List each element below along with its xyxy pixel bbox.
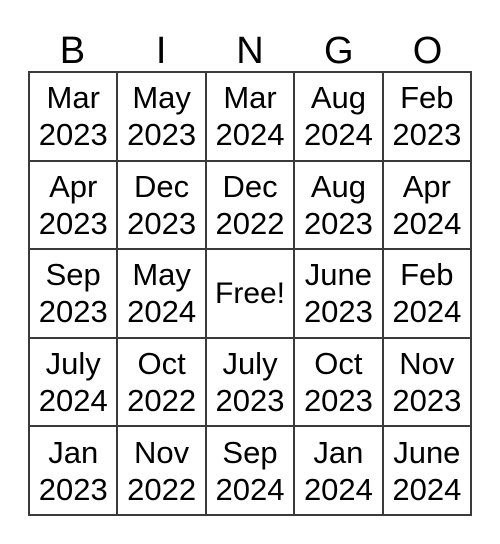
bingo-cell[interactable]: Sep 2023: [30, 250, 119, 339]
bingo-cell[interactable]: Oct 2022: [118, 338, 207, 428]
bingo-cell-month: Aug: [310, 168, 366, 204]
bingo-cell[interactable]: July 2023: [206, 338, 296, 428]
bingo-cell[interactable]: Nov 2023: [383, 338, 473, 428]
bingo-cell-year: 2022: [127, 471, 197, 507]
bingo-row: July 2024 Oct 2022 July 2023 Oct 2023 No…: [30, 338, 473, 428]
bingo-cell-month: Jan: [48, 434, 99, 470]
bingo-cell[interactable]: Dec 2022: [206, 161, 296, 251]
bingo-cell-month: Oct: [314, 346, 363, 382]
bingo-cell[interactable]: May 2024: [118, 250, 207, 339]
bingo-cell[interactable]: June 2023: [295, 250, 384, 339]
bingo-cell-year: 2023: [392, 117, 462, 153]
bingo-cell-month: Apr: [402, 168, 451, 204]
bingo-cell-month: Sep: [222, 434, 278, 470]
bingo-cell-year: 2024: [392, 471, 462, 507]
bingo-cell-year: 2023: [38, 471, 108, 507]
bingo-cell-year: 2024: [303, 117, 373, 153]
bingo-cell-month: Aug: [310, 80, 366, 116]
bingo-cell[interactable]: Aug 2024: [295, 73, 384, 162]
bingo-cell-month: Feb: [400, 257, 454, 293]
bingo-cell-month: Dec: [134, 168, 190, 204]
bingo-cell-month: July: [45, 346, 101, 382]
bingo-card: B I N G O Mar 2023 May 2023 Mar 2024 Aug…: [28, 20, 473, 516]
bingo-row: Sep 2023 May 2024 Free! June 2023 Feb 20…: [30, 250, 473, 339]
bingo-cell[interactable]: May 2023: [118, 73, 207, 162]
bingo-cell[interactable]: Feb 2024: [383, 250, 473, 339]
bingo-header-letter-o: O: [412, 30, 443, 72]
bingo-cell-year: 2023: [38, 117, 108, 153]
bingo-cell-year: 2024: [127, 294, 197, 330]
bingo-cell-year: 2024: [38, 383, 108, 419]
bingo-cell-year: 2022: [215, 205, 285, 241]
bingo-cell[interactable]: Jan 2023: [30, 427, 119, 516]
bingo-cell-month: Apr: [49, 168, 98, 204]
bingo-cell[interactable]: Apr 2023: [30, 161, 119, 251]
bingo-cell-month: Oct: [137, 346, 186, 382]
bingo-header-letter-g: G: [324, 30, 354, 72]
bingo-row: Mar 2023 May 2023 Mar 2024 Aug 2024 Feb …: [30, 73, 473, 162]
bingo-cell[interactable]: July 2024: [30, 338, 119, 428]
bingo-cell-year: 2024: [392, 294, 462, 330]
bingo-cell-month: Feb: [400, 80, 454, 116]
bingo-cell[interactable]: Apr 2024: [383, 161, 473, 251]
bingo-cell-year: 2024: [215, 471, 285, 507]
bingo-cell[interactable]: Feb 2023: [383, 73, 473, 162]
bingo-cell-free-label: Free!: [215, 276, 286, 310]
bingo-cell[interactable]: Dec 2023: [118, 161, 207, 251]
bingo-cell-month: July: [222, 346, 278, 382]
bingo-cell-year: 2023: [303, 383, 373, 419]
bingo-cell[interactable]: Nov 2022: [118, 427, 207, 516]
bingo-cell-month: Jan: [313, 434, 364, 470]
bingo-cell-year: 2022: [127, 383, 197, 419]
bingo-cell-year: 2024: [215, 117, 285, 153]
bingo-cell-year: 2023: [392, 383, 462, 419]
bingo-grid: Mar 2023 May 2023 Mar 2024 Aug 2024 Feb …: [28, 71, 473, 516]
bingo-cell-year: 2024: [303, 471, 373, 507]
bingo-cell-month: May: [132, 257, 191, 293]
bingo-row: Apr 2023 Dec 2023 Dec 2022 Aug 2023 Apr …: [30, 161, 473, 251]
bingo-cell-free-space[interactable]: Free!: [206, 250, 296, 339]
bingo-cell-year: 2023: [38, 294, 108, 330]
bingo-cell[interactable]: Aug 2023: [295, 161, 384, 251]
bingo-cell-month: Sep: [45, 257, 101, 293]
bingo-cell-year: 2023: [303, 294, 373, 330]
bingo-cell[interactable]: Mar 2023: [30, 73, 119, 162]
bingo-cell-year: 2023: [127, 205, 197, 241]
bingo-cell-year: 2024: [392, 205, 462, 241]
bingo-cell-month: Mar: [46, 80, 100, 116]
bingo-row: Jan 2023 Nov 2022 Sep 2024 Jan 2024 June…: [30, 427, 473, 516]
bingo-cell-month: May: [132, 80, 191, 116]
bingo-cell-month: Mar: [223, 80, 277, 116]
bingo-cell-month: Nov: [399, 346, 455, 382]
bingo-cell-month: June: [304, 257, 373, 293]
bingo-cell-year: 2023: [303, 205, 373, 241]
bingo-cell-year: 2023: [127, 117, 197, 153]
bingo-cell[interactable]: Oct 2023: [295, 338, 384, 428]
bingo-cell-month: Dec: [222, 168, 278, 204]
bingo-cell[interactable]: June 2024: [383, 427, 473, 516]
bingo-cell-year: 2023: [215, 383, 285, 419]
bingo-header-letter-n: N: [236, 30, 264, 72]
bingo-header-letter-b: B: [59, 30, 86, 72]
bingo-header-row: B I N G O: [28, 20, 472, 71]
bingo-cell[interactable]: Jan 2024: [295, 427, 384, 516]
bingo-cell-month: June: [393, 434, 461, 470]
bingo-cell-year: 2023: [38, 205, 108, 241]
bingo-cell[interactable]: Mar 2024: [206, 73, 296, 162]
bingo-cell-month: Nov: [134, 434, 190, 470]
bingo-cell[interactable]: Sep 2024: [206, 427, 296, 516]
bingo-header-letter-i: I: [155, 30, 167, 72]
